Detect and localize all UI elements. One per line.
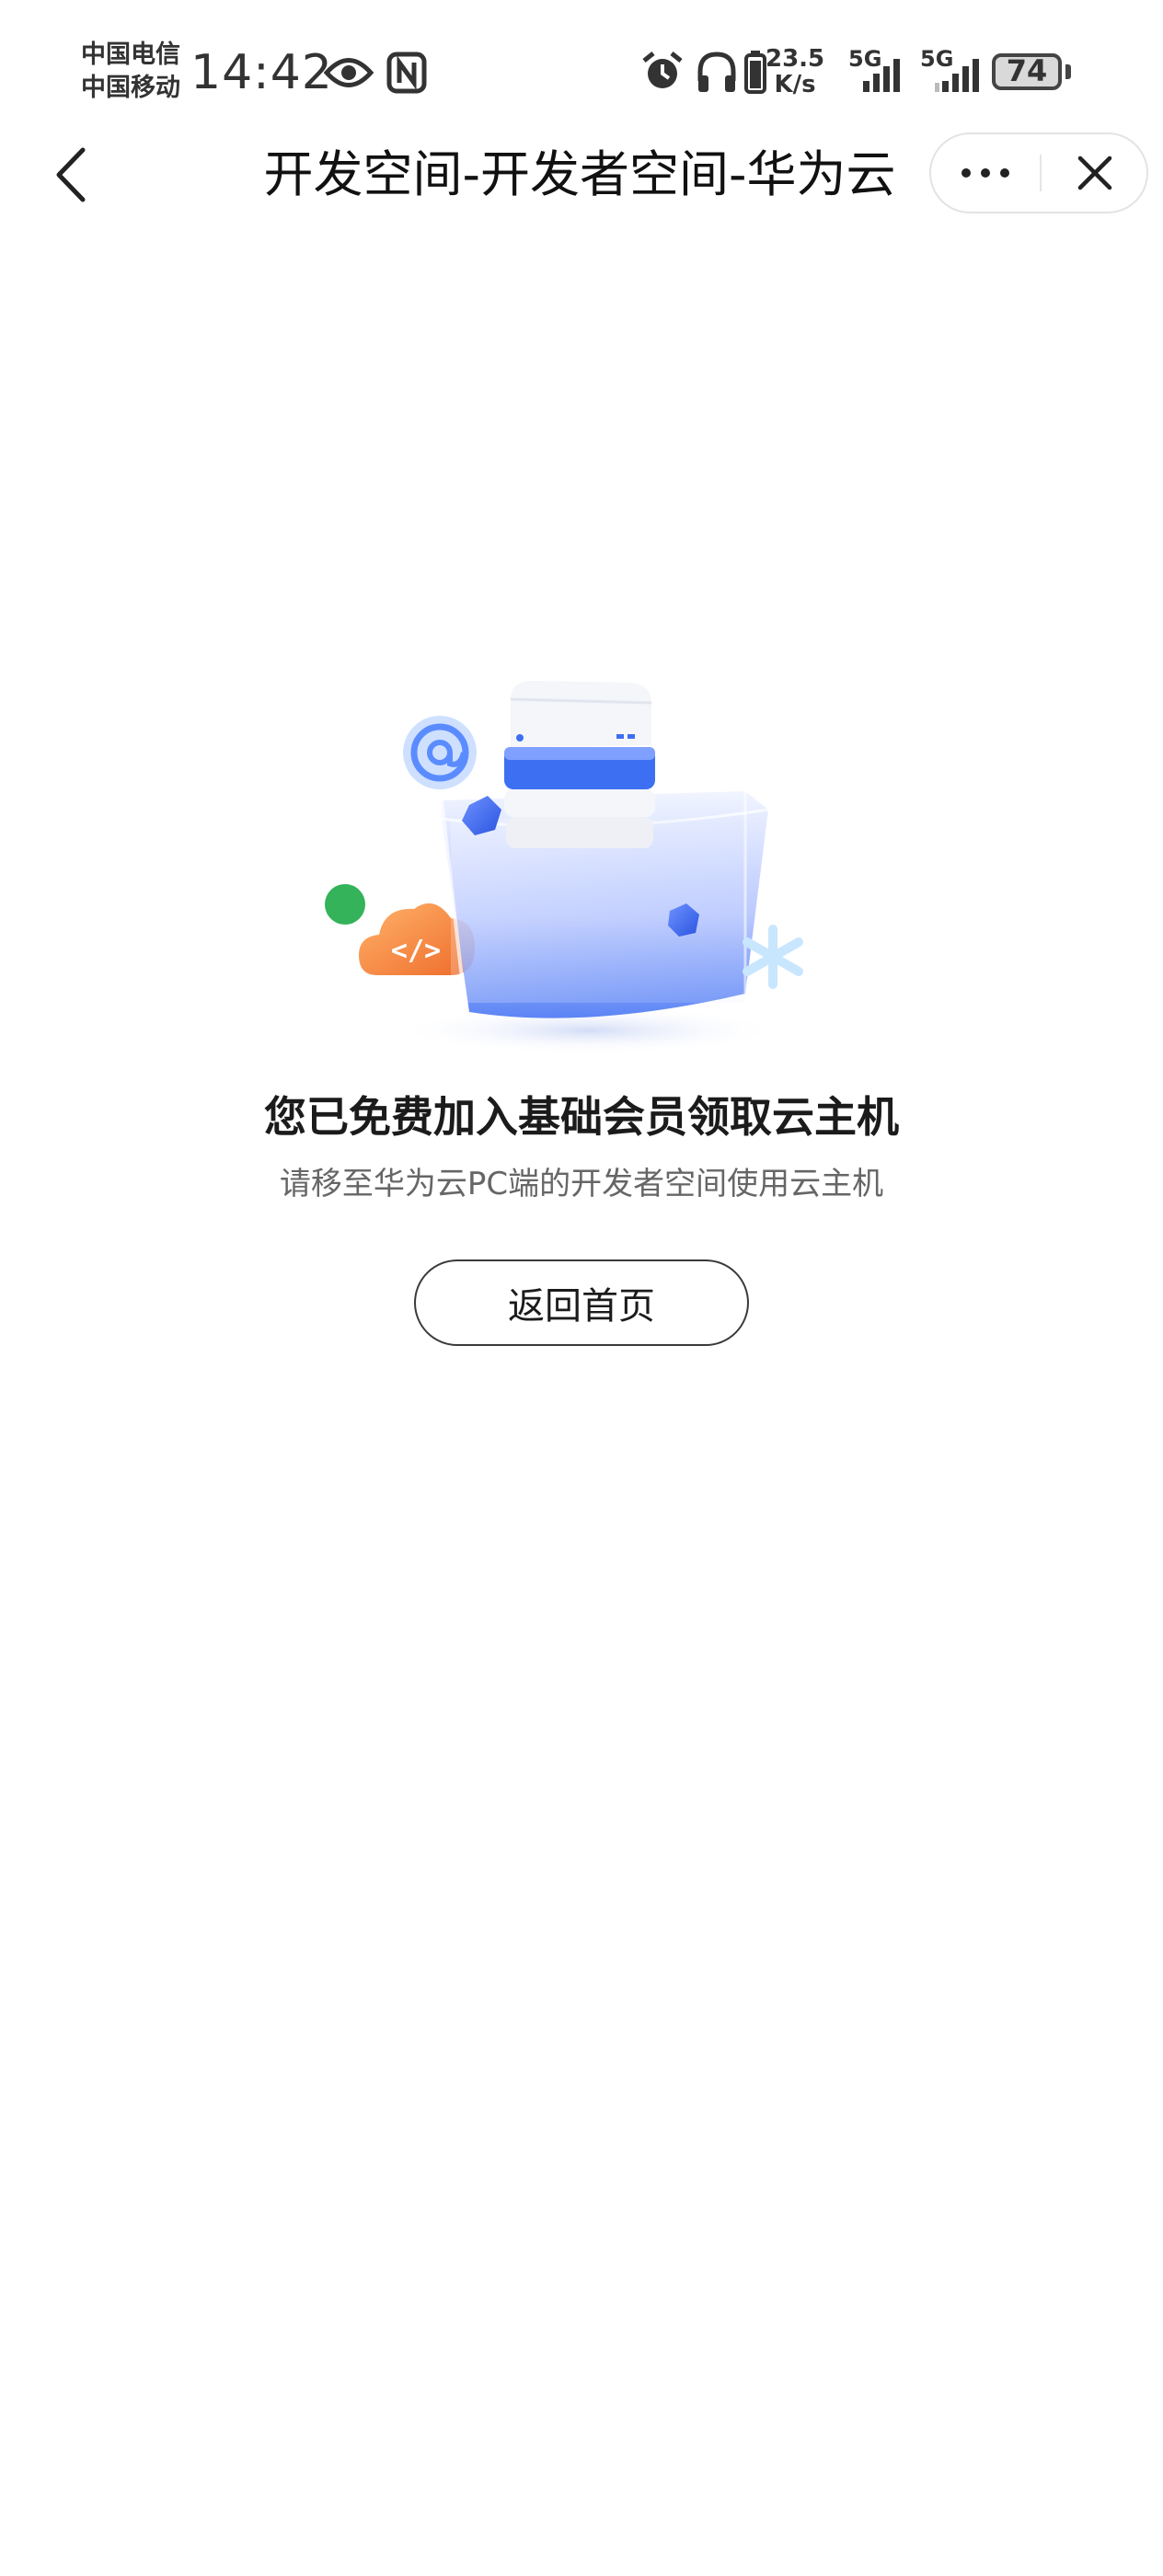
more-dots-icon: [961, 168, 1009, 178]
network-speed-value: 23.5: [766, 45, 825, 73]
battery-saver-icon: [744, 51, 766, 94]
success-heading: 您已免费加入基础会员领取云主机: [264, 1092, 899, 1142]
carrier-1: 中国电信: [81, 40, 180, 69]
back-arrow-icon: [56, 147, 86, 202]
back-button[interactable]: [33, 138, 107, 212]
signal-icon: [863, 59, 900, 92]
server-stack-icon: [504, 681, 655, 848]
carrier-info: 中国电信 中国移动: [81, 39, 180, 105]
battery-tip: [1065, 64, 1071, 79]
return-home-button[interactable]: 返回首页: [414, 1259, 749, 1346]
battery-level: 74: [1006, 53, 1048, 88]
close-icon: [1077, 155, 1112, 190]
battery-icon: 74: [992, 53, 1062, 90]
cloud-host-illustration: </>: [325, 681, 803, 1054]
page-title: 开发空间-开发者空间-华为云: [263, 145, 896, 203]
network-speed-unit: K/s: [774, 71, 816, 98]
more-button[interactable]: [931, 134, 1040, 212]
at-sign-icon: [403, 716, 477, 789]
close-button[interactable]: [1042, 134, 1148, 212]
sparkle-icon: [743, 925, 803, 989]
network-speed: 23.5 K/s: [766, 46, 824, 98]
nfc-icon: [386, 52, 427, 94]
status-time: 14:42: [190, 45, 333, 100]
eye-icon: [324, 58, 374, 87]
status-bar: 中国电信 中国移动 14:42 23.5 K/s 5G 5G 74: [0, 0, 1163, 138]
signal-icon: [935, 59, 979, 92]
mini-program-capsule: [929, 132, 1148, 213]
return-home-label: 返回首页: [508, 1285, 655, 1328]
green-dot: [325, 884, 365, 925]
instruction-text: 请移至华为云PC端的开发者空间使用云主机: [279, 1166, 884, 1202]
headphones-icon: [697, 52, 736, 92]
svg-text:</>: </>: [391, 935, 441, 967]
carrier-2: 中国移动: [81, 74, 180, 102]
alarm-icon: [642, 52, 683, 88]
navigation-bar: 开发空间-开发者空间-华为云: [0, 132, 1163, 258]
